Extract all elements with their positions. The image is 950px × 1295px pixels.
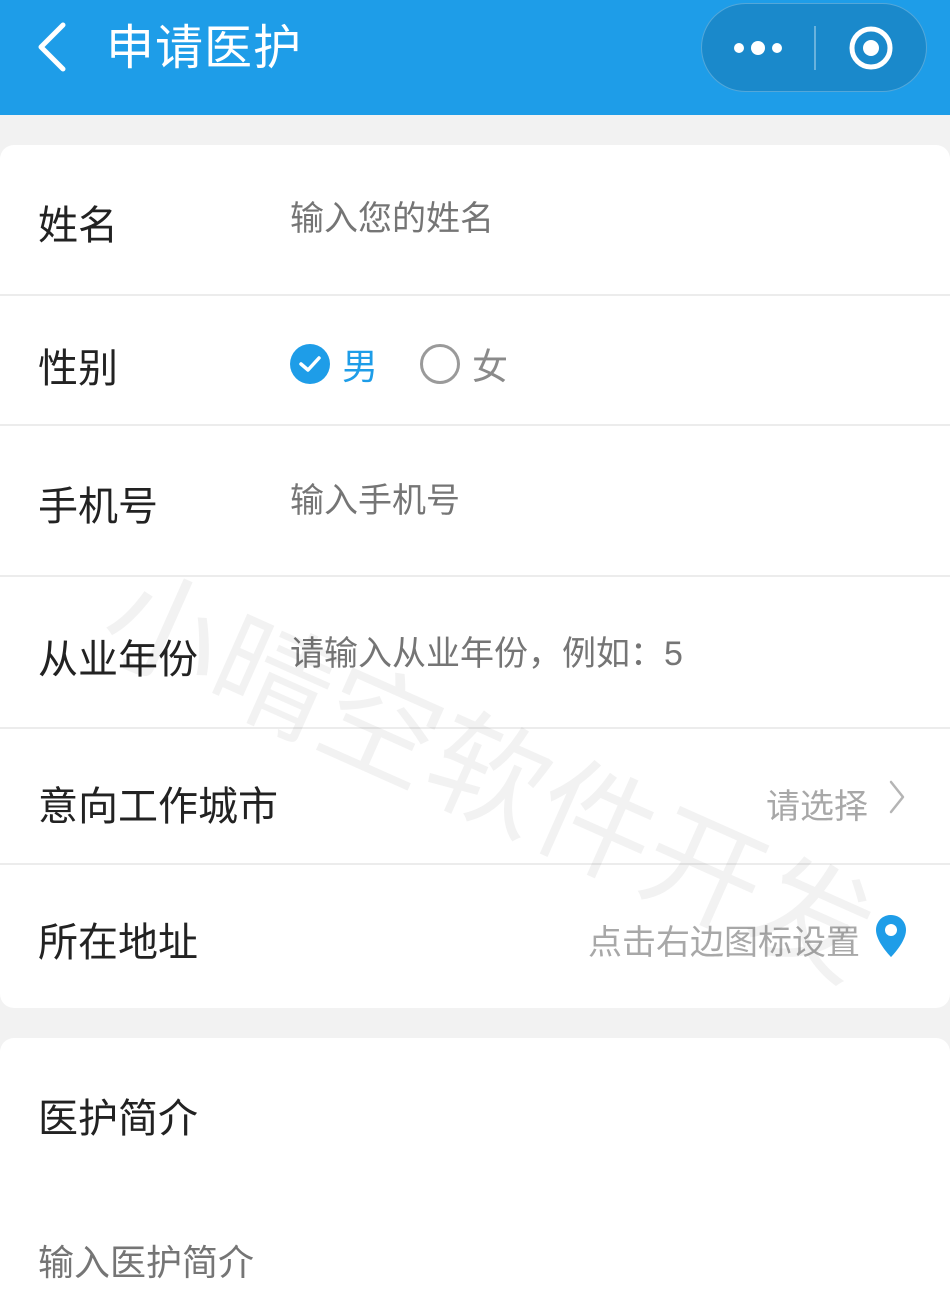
more-dots-icon (734, 40, 782, 55)
address-row: 所在地址 点击右边图标设置 (0, 865, 950, 1008)
chevron-left-icon (38, 22, 66, 72)
years-input[interactable] (290, 635, 910, 674)
address-placeholder: 点击右边图标设置 (588, 923, 860, 963)
form-card: 姓名 性别 男 女 手机号 从业年份 意向工作城市 请选择 所在地址 (0, 145, 950, 1008)
intro-textarea[interactable] (38, 1234, 898, 1290)
gender-female-radio[interactable] (420, 344, 461, 384)
gender-male-radio[interactable] (290, 344, 330, 384)
gender-female-label[interactable]: 女 (472, 338, 508, 390)
intro-card: 医护简介 (0, 1038, 950, 1295)
capsule-menu (701, 3, 927, 92)
gender-radio-group: 男 女 (290, 338, 508, 390)
intro-label: 医护简介 (38, 1096, 198, 1142)
city-picker-row[interactable]: 意向工作城市 请选择 (0, 729, 950, 865)
back-button[interactable] (22, 14, 82, 80)
close-button[interactable] (816, 4, 926, 91)
gender-row: 性别 男 女 (0, 296, 950, 426)
city-select-placeholder: 请选择 (766, 787, 868, 827)
nav-bar: 申请医护 (0, 0, 950, 115)
target-circle-icon (849, 26, 893, 69)
years-label: 从业年份 (38, 637, 198, 683)
more-button[interactable] (702, 4, 814, 91)
address-label: 所在地址 (38, 920, 198, 966)
city-label: 意向工作城市 (38, 784, 278, 830)
name-input[interactable] (290, 200, 890, 239)
name-label: 姓名 (38, 203, 118, 249)
phone-label: 手机号 (38, 484, 158, 530)
location-pin-icon[interactable] (874, 913, 908, 959)
phone-input[interactable] (290, 482, 890, 521)
gender-male-label[interactable]: 男 (342, 338, 378, 390)
years-row: 从业年份 (0, 577, 950, 729)
gender-label: 性别 (38, 346, 118, 392)
check-icon (299, 356, 321, 372)
name-row: 姓名 (0, 145, 950, 296)
phone-row: 手机号 (0, 426, 950, 577)
chevron-right-icon (889, 780, 905, 814)
page-title: 申请医护 (106, 20, 303, 76)
